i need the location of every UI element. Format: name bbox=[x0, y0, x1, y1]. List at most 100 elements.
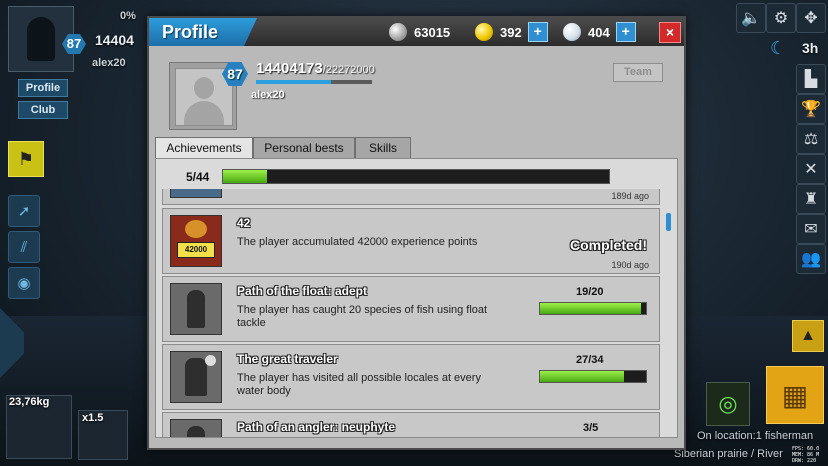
tab-skills[interactable]: Skills bbox=[355, 137, 411, 158]
add-pearls-button[interactable]: + bbox=[615, 22, 636, 42]
angler-icon bbox=[170, 419, 222, 437]
club-button[interactable]: Club bbox=[18, 101, 68, 119]
team-button[interactable]: Team bbox=[613, 63, 663, 82]
flag-icon: ⚑ bbox=[17, 148, 35, 169]
fisherman-float-icon bbox=[170, 283, 222, 335]
time-left: 3h bbox=[802, 40, 819, 56]
achievement-date: 189d ago bbox=[611, 191, 649, 201]
dialog-header: Profile 63015 392 + 404 + × bbox=[149, 18, 684, 46]
pearl-currency: 404 + bbox=[563, 22, 636, 42]
silver-currency: 63015 bbox=[389, 22, 450, 42]
settings-button[interactable]: ⚙ bbox=[766, 3, 796, 33]
fullscreen-button[interactable]: ✥ bbox=[796, 3, 826, 33]
achievement-icon bbox=[170, 189, 222, 198]
cup-icon: ♜ bbox=[803, 191, 819, 208]
speaker-icon: 🔈 bbox=[741, 10, 761, 27]
tools-button[interactable]: ✕ bbox=[796, 154, 826, 184]
multiplier-label: x1.5 bbox=[82, 412, 104, 424]
achievement-title: Path of an angler: neuphyte bbox=[237, 420, 396, 434]
achievement-card[interactable]: 189d ago bbox=[162, 189, 660, 205]
xp-progress-fill bbox=[256, 80, 332, 84]
list-scrollbar[interactable] bbox=[666, 213, 671, 231]
weight-label: 23,76kg bbox=[9, 396, 50, 408]
achievement-progress-fill bbox=[540, 303, 641, 314]
achievement-date: 190d ago bbox=[611, 260, 649, 270]
player-avatar-hud[interactable] bbox=[8, 6, 74, 72]
location-name: Siberian prairie / River bbox=[674, 448, 783, 460]
achievement-card[interactable]: 42000 42 The player accumulated 42000 ex… bbox=[162, 208, 660, 274]
achievement-status: Completed! bbox=[570, 237, 647, 253]
fullscreen-icon: ✥ bbox=[804, 10, 818, 27]
pearl-amount: 404 bbox=[588, 24, 610, 40]
trophy-button[interactable]: 🏆 bbox=[796, 94, 826, 124]
leaderboard-icon: ▙ bbox=[804, 71, 818, 88]
camp-button[interactable]: ▲ bbox=[792, 320, 824, 352]
draw-line: DRW: 220 bbox=[792, 458, 817, 464]
gear-icon: ⚙ bbox=[773, 10, 789, 27]
silver-amount: 63015 bbox=[414, 24, 451, 40]
achievement-title: The great traveler bbox=[237, 352, 338, 366]
mail-icon: ✉ bbox=[804, 221, 818, 238]
add-gold-button[interactable]: + bbox=[527, 22, 548, 42]
achievement-description: The player has caught 20 species of fish… bbox=[237, 304, 488, 329]
achievements-panel: 5/44 189d ago 42000 42 The player accumu… bbox=[155, 158, 678, 438]
profile-xp: 14404173/22272000 bbox=[256, 60, 375, 77]
rods-icon: ⫽ bbox=[20, 238, 28, 256]
xp-progress-bar bbox=[256, 80, 372, 84]
tab-achievements[interactable]: Achievements bbox=[155, 137, 253, 159]
achievement-progress-label: 27/34 bbox=[576, 354, 604, 366]
xp-current: 14404173 bbox=[256, 60, 323, 77]
scales-button[interactable]: ⚖ bbox=[796, 124, 826, 154]
achievement-progress-label: 3/5 bbox=[583, 422, 599, 434]
hud-player-name: alex20 bbox=[92, 57, 126, 69]
scales-icon: ⚖ bbox=[803, 131, 819, 148]
achievements-progress-fill bbox=[223, 170, 267, 183]
friends-icon: 👥 bbox=[801, 251, 821, 268]
hud-xp: 14404 bbox=[95, 32, 134, 48]
tent-icon: ▲ bbox=[800, 327, 816, 344]
achievement-card[interactable]: Path of an angler: neuphyte 3/5 bbox=[162, 412, 660, 437]
trophy-icon: 🏆 bbox=[801, 101, 821, 118]
gold-amount: 392 bbox=[500, 24, 522, 40]
tournament-button[interactable]: ♜ bbox=[796, 184, 826, 214]
sound-button[interactable]: 🔈 bbox=[736, 3, 766, 33]
tab-personal-bests[interactable]: Personal bests bbox=[253, 137, 355, 158]
pearl-icon bbox=[563, 23, 581, 41]
hunger-label: 0% bbox=[120, 10, 136, 22]
achievement-progress-bar bbox=[539, 302, 647, 315]
achievement-progress-bar bbox=[539, 370, 647, 383]
traveler-icon bbox=[170, 351, 222, 403]
achievement-card[interactable]: The great traveler The player has visite… bbox=[162, 344, 660, 410]
cast-icon: ➚ bbox=[17, 203, 31, 220]
friends-button[interactable]: 👥 bbox=[796, 244, 826, 274]
achievement-title: 42 bbox=[237, 216, 251, 230]
silver-coin-icon bbox=[389, 23, 407, 41]
achievement-description: The player has visited all possible loca… bbox=[237, 372, 481, 397]
location-status: On location:1 fisherman bbox=[697, 430, 814, 442]
achievements-list[interactable]: 189d ago 42000 42 The player accumulated… bbox=[162, 189, 660, 437]
sonar-icon: ◎ bbox=[718, 391, 738, 416]
achievement-icon-label: 42000 bbox=[177, 242, 215, 258]
tools-icon: ✕ bbox=[804, 161, 818, 178]
rods-button[interactable]: ⫽ bbox=[8, 231, 40, 263]
bait-icon: ◉ bbox=[17, 275, 31, 292]
gold-coin-icon bbox=[475, 23, 493, 41]
achievement-title: Path of the float: adept bbox=[237, 284, 367, 298]
achievement-progress-fill bbox=[540, 371, 625, 382]
mail-button[interactable]: ✉ bbox=[796, 214, 826, 244]
bait-button[interactable]: ◉ bbox=[8, 267, 40, 299]
player-silhouette-icon bbox=[27, 17, 55, 61]
moon-icon: ☾ bbox=[770, 38, 787, 58]
gold-currency: 392 + bbox=[475, 22, 548, 42]
leaderboard-button[interactable]: ▙ bbox=[796, 64, 826, 94]
profile-button[interactable]: Profile bbox=[18, 79, 68, 97]
xp-max: /22272000 bbox=[322, 64, 375, 76]
profile-name: alex20 bbox=[251, 89, 285, 101]
achievement-card[interactable]: Path of the float: adept The player has … bbox=[162, 276, 660, 342]
achievement-progress-label: 19/20 bbox=[576, 286, 604, 298]
close-button[interactable]: × bbox=[659, 22, 681, 43]
map-button[interactable]: ▦ bbox=[766, 366, 824, 424]
sonar-button[interactable]: ◎ bbox=[706, 382, 750, 426]
cast-button[interactable]: ➚ bbox=[8, 195, 40, 227]
flag-button[interactable]: ⚑ bbox=[8, 141, 44, 177]
